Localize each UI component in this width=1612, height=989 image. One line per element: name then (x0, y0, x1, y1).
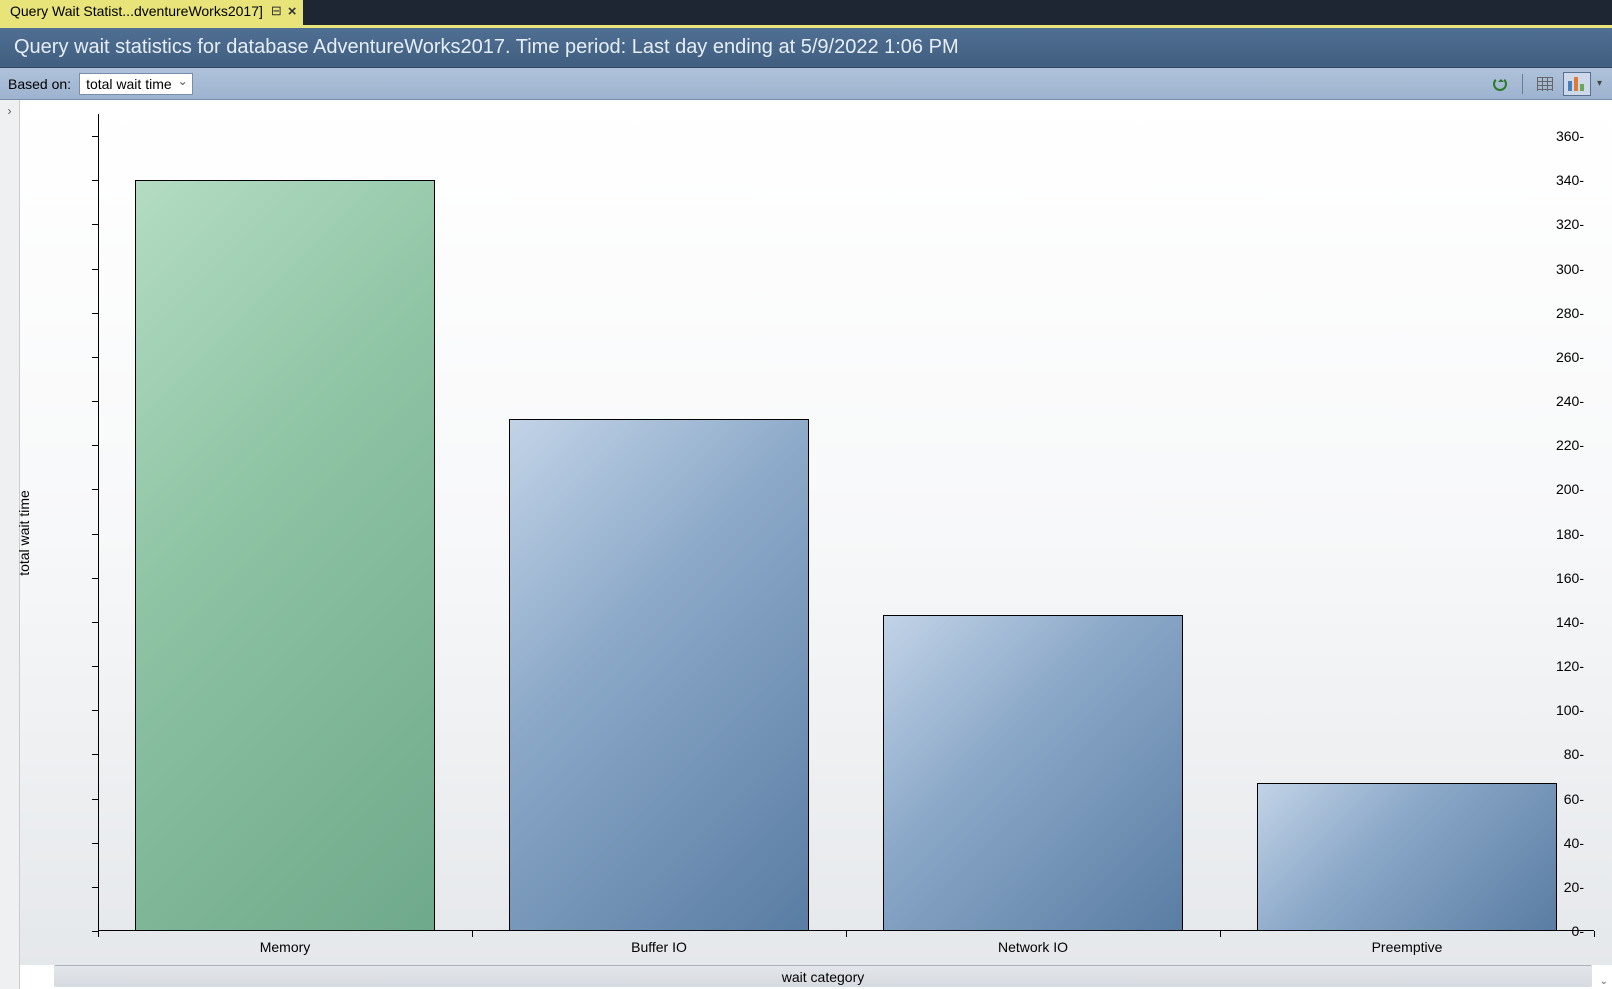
chart: total wait time 0-20-40-60-80-100-120-14… (20, 100, 1612, 965)
based-on-select[interactable]: total wait time (79, 73, 193, 95)
y-tick (92, 754, 98, 755)
y-tick (92, 269, 98, 270)
bar-chart-icon (1568, 77, 1586, 91)
y-tick-label: 220- (1556, 437, 1584, 453)
x-tick (1220, 931, 1221, 937)
y-tick (92, 136, 98, 137)
x-tick (472, 931, 473, 937)
refresh-icon (1492, 76, 1508, 92)
y-tick-label: 100- (1556, 702, 1584, 718)
x-tick-label: Memory (260, 939, 311, 955)
y-tick-label: 20- (1564, 879, 1584, 895)
x-tick-label: Buffer IO (631, 939, 687, 955)
window: Query Wait Statist...dventureWorks2017] … (0, 0, 1612, 989)
y-tick (92, 666, 98, 667)
y-tick-label: 340- (1556, 172, 1584, 188)
y-tick (92, 357, 98, 358)
pin-icon[interactable]: ⊟ (271, 3, 282, 19)
y-tick-label: 0- (1572, 923, 1584, 939)
y-axis-label: total wait time (16, 490, 32, 576)
y-tick-label: 60- (1564, 791, 1584, 807)
chart-view-button[interactable] (1563, 72, 1591, 96)
separator (1522, 74, 1523, 94)
bars-group (98, 114, 1594, 931)
document-tab[interactable]: Query Wait Statist...dventureWorks2017] … (0, 0, 303, 25)
y-tick-label: 200- (1556, 481, 1584, 497)
y-tick-label: 260- (1556, 349, 1584, 365)
tab-strip: Query Wait Statist...dventureWorks2017] … (0, 0, 1612, 28)
y-tick (92, 887, 98, 888)
y-tick-label: 80- (1564, 746, 1584, 762)
grid-view-button[interactable] (1531, 72, 1559, 96)
scroll-down-icon[interactable]: ⌄ (1600, 976, 1608, 987)
toolbar-overflow-button[interactable]: ▾ (1595, 78, 1604, 89)
x-tick (98, 931, 99, 937)
y-tick (92, 401, 98, 402)
y-tick-label: 320- (1556, 216, 1584, 232)
y-tick-label: 240- (1556, 393, 1584, 409)
toolbar: Based on: total wait time ▾ (0, 68, 1612, 100)
bar-memory[interactable] (135, 180, 434, 931)
y-tick (92, 534, 98, 535)
y-tick-label: 120- (1556, 658, 1584, 674)
y-tick (92, 799, 98, 800)
x-tick (1594, 931, 1595, 937)
x-tick-label: Network IO (998, 939, 1068, 955)
y-tick-label: 300- (1556, 261, 1584, 277)
y-tick-label: 40- (1564, 835, 1584, 851)
x-axis-label: wait category (782, 969, 864, 985)
y-tick (92, 622, 98, 623)
bar-preemptive[interactable] (1257, 783, 1556, 931)
y-tick (92, 843, 98, 844)
bar-buffer-io[interactable] (509, 419, 808, 931)
close-icon[interactable]: × (288, 3, 297, 20)
page-title: Query wait statistics for database Adven… (14, 36, 959, 58)
y-tick-label: 140- (1556, 614, 1584, 630)
content-area: › total wait time 0- 20- 40- 60- 80- 100- 120-… (0, 100, 1612, 989)
y-tick-label: 280- (1556, 305, 1584, 321)
y-tick (92, 180, 98, 181)
y-tick (92, 489, 98, 490)
chart-wrapper: total wait time 0-20-40-60-80-100-120-14… (20, 100, 1612, 989)
bar-network-io[interactable] (883, 615, 1182, 931)
grid-icon (1537, 77, 1553, 91)
x-axis-label-bar[interactable]: wait category (54, 965, 1592, 987)
y-tick-label: 160- (1556, 570, 1584, 586)
y-tick (92, 313, 98, 314)
based-on-value: total wait time (86, 76, 172, 92)
page-header: Query wait statistics for database Adven… (0, 28, 1612, 68)
y-tick-label: 180- (1556, 526, 1584, 542)
refresh-button[interactable] (1486, 72, 1514, 96)
y-tick (92, 710, 98, 711)
x-tick-label: Preemptive (1372, 939, 1443, 955)
y-tick (92, 445, 98, 446)
based-on-label: Based on: (8, 76, 71, 92)
plot-area[interactable]: 0-20-40-60-80-100-120-140-160-180-200-22… (98, 114, 1594, 931)
y-tick-label: 360- (1556, 128, 1584, 144)
x-tick (846, 931, 847, 937)
chevron-right-icon: › (8, 104, 12, 118)
tab-title: Query Wait Statist...dventureWorks2017] (10, 3, 263, 19)
y-tick (92, 578, 98, 579)
y-tick (92, 224, 98, 225)
